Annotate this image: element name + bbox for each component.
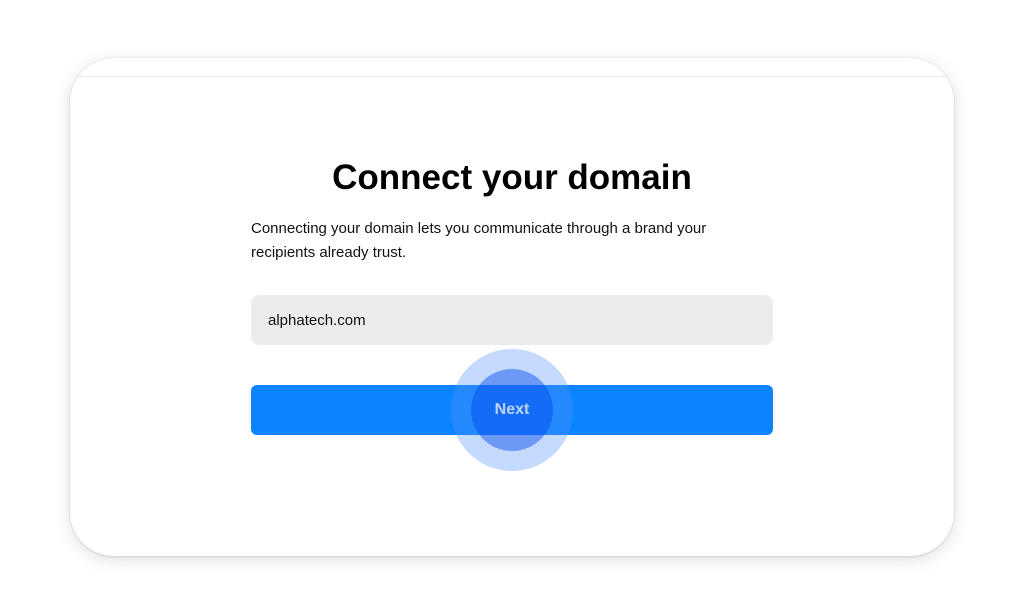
page-title: Connect your domain — [332, 158, 692, 197]
page-description: Connecting your domain lets you communic… — [251, 220, 707, 261]
card-divider — [70, 76, 954, 77]
domain-input[interactable] — [251, 295, 773, 345]
next-button[interactable]: Next — [251, 385, 773, 435]
connect-domain-card: Connect your domain Connecting your doma… — [70, 58, 954, 556]
